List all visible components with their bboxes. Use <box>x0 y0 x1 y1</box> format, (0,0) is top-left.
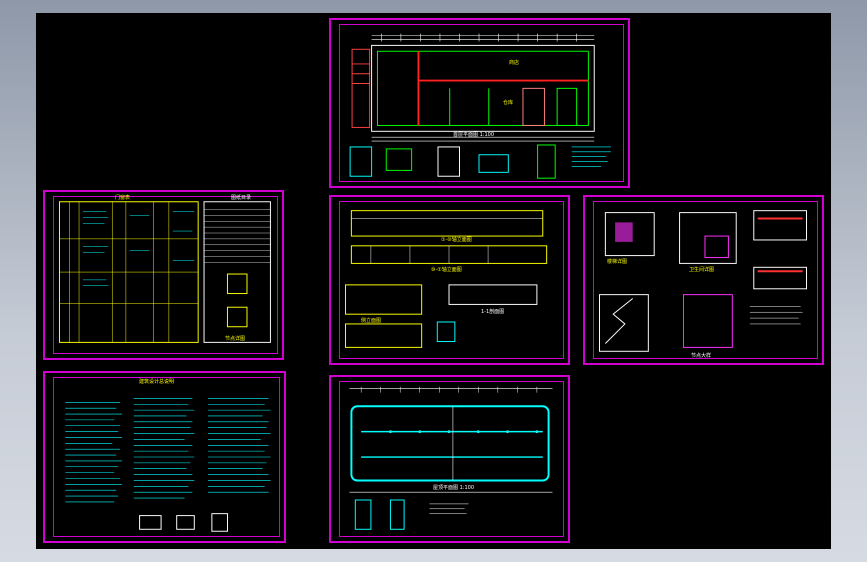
sheet-label: 屋顶平面图 1:100 <box>433 485 474 491</box>
schedule-drawing <box>59 201 271 343</box>
details-drawing <box>599 210 808 352</box>
sheet-design-notes[interactable]: 建筑设计总说明 <box>43 371 286 543</box>
sheet-label: 商店 <box>509 60 520 66</box>
sheet-label: 门窗表 <box>115 195 131 201</box>
roof-plan-drawing <box>349 386 553 530</box>
elevations-drawing <box>345 210 548 348</box>
notes-drawing <box>65 398 271 532</box>
sheet-label: ⑩-①轴立面图 <box>431 267 462 273</box>
sheet-door-window-schedule[interactable]: 门窗表 图纸目录 节点详图 <box>43 190 284 360</box>
drawing-canvas[interactable]: 商店 仓库 首层平面图 1:100 门窗表 图纸目录 节点详图 ①-⑩轴立面图 … <box>36 13 831 549</box>
sheet-details[interactable]: 楼梯详图 卫生间详图 节点大样 <box>583 195 824 365</box>
sheet-elevations[interactable]: ①-⑩轴立面图 ⑩-①轴立面图 侧立面图 1-1剖面图 <box>329 195 570 365</box>
sheet-label: 仓库 <box>503 100 514 106</box>
sheet-label: 图纸目录 <box>231 195 252 201</box>
sheet-label: 1-1剖面图 <box>481 309 505 315</box>
sheet-label: 建筑设计总说明 <box>139 379 175 385</box>
sheet-label: 节点详图 <box>225 336 246 342</box>
sheet-label: 卫生间详图 <box>689 267 715 273</box>
sheet-floor-plan[interactable]: 商店 仓库 首层平面图 1:100 <box>329 18 630 188</box>
sheet-label: 节点大样 <box>691 353 712 359</box>
sheet-label: 楼梯详图 <box>607 259 628 265</box>
sheet-label: 首层平面图 1:100 <box>453 132 494 138</box>
sheet-label: 侧立面图 <box>361 318 382 324</box>
sheet-label: ①-⑩轴立面图 <box>441 237 472 243</box>
sheet-roof-plan[interactable]: 屋顶平面图 1:100 <box>329 375 570 543</box>
floor-plan-drawing <box>349 33 611 179</box>
